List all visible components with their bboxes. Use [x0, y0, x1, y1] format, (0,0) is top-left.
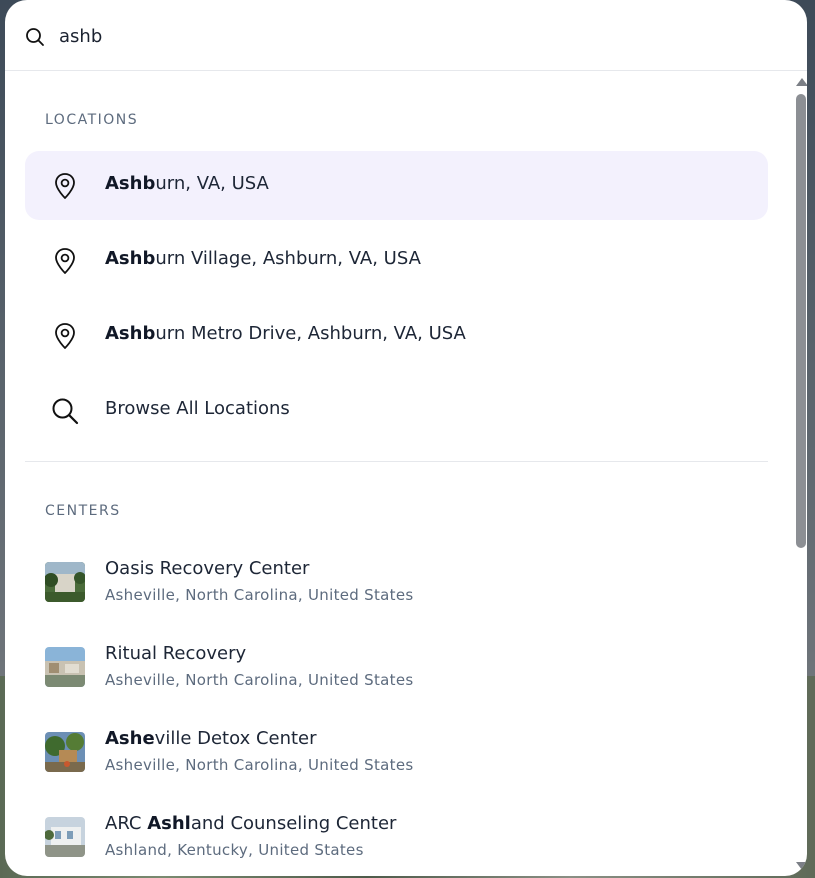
location-label: Ashburn Metro Drive, Ashburn, VA, USA: [105, 323, 466, 344]
browse-all-locations[interactable]: Browse All Locations: [25, 376, 768, 445]
search-bar: [5, 0, 807, 71]
center-thumbnail: [45, 562, 85, 602]
search-input[interactable]: [59, 22, 659, 50]
search-dropdown-panel: LOCATIONS Ashburn, VA, USA Ashburn Villa…: [5, 0, 807, 876]
match-highlight: Ashe: [105, 728, 155, 749]
center-thumbnail: [45, 732, 85, 772]
center-item-arc-ashland[interactable]: ARC Ashland Counseling Center Ashland, K…: [25, 801, 768, 871]
location-label: Ashburn, VA, USA: [105, 173, 269, 194]
centers-heading: CENTERS: [45, 503, 121, 519]
center-name-post: and Counseling Center: [190, 813, 397, 834]
center-name: ARC Ashland Counseling Center: [105, 813, 396, 834]
search-icon: [25, 27, 45, 47]
match-highlight: Ashb: [105, 323, 156, 344]
match-highlight: Ashl: [147, 813, 191, 834]
scroll-thumb[interactable]: [796, 94, 806, 548]
center-thumbnail: [45, 817, 85, 857]
browse-all-locations-label: Browse All Locations: [105, 398, 290, 419]
search-icon: [50, 396, 80, 426]
location-label-rest: urn Village, Ashburn, VA, USA: [155, 248, 421, 269]
center-name-pre: ARC: [105, 813, 148, 834]
center-name: Oasis Recovery Center: [105, 558, 309, 579]
scroll-down-arrow[interactable]: [796, 862, 807, 870]
location-label-rest: urn Metro Drive, Ashburn, VA, USA: [155, 323, 466, 344]
locations-heading: LOCATIONS: [45, 112, 139, 128]
center-name-post: ville Detox Center: [154, 728, 317, 749]
scroll-up-arrow[interactable]: [796, 78, 807, 86]
center-name: Ritual Recovery: [105, 643, 246, 664]
location-label: Ashburn Village, Ashburn, VA, USA: [105, 248, 421, 269]
center-item-ritual-recovery[interactable]: Ritual Recovery Asheville, North Carolin…: [25, 631, 768, 701]
location-item-ashburn[interactable]: Ashburn, VA, USA: [25, 151, 768, 220]
match-highlight: Ashb: [105, 173, 156, 194]
location-item-ashburn-village[interactable]: Ashburn Village, Ashburn, VA, USA: [25, 226, 768, 295]
center-location: Ashland, Kentucky, United States: [105, 841, 364, 859]
location-label-rest: urn, VA, USA: [155, 173, 269, 194]
section-divider: [25, 461, 768, 462]
results-scrollbar[interactable]: [793, 76, 807, 876]
map-pin-icon: [50, 171, 80, 201]
center-item-oasis-recovery[interactable]: Oasis Recovery Center Asheville, North C…: [25, 546, 768, 616]
center-name: Asheville Detox Center: [105, 728, 317, 749]
center-location: Asheville, North Carolina, United States: [105, 671, 414, 689]
center-location: Asheville, North Carolina, United States: [105, 756, 414, 774]
center-name-post: Oasis Recovery Center: [105, 558, 310, 579]
location-item-ashburn-metro-drive[interactable]: Ashburn Metro Drive, Ashburn, VA, USA: [25, 301, 768, 370]
center-item-asheville-detox[interactable]: Asheville Detox Center Asheville, North …: [25, 716, 768, 786]
map-pin-icon: [50, 321, 80, 351]
center-location: Asheville, North Carolina, United States: [105, 586, 414, 604]
center-thumbnail: [45, 647, 85, 687]
match-highlight: Ashb: [105, 248, 156, 269]
center-name-post: Ritual Recovery: [105, 643, 247, 664]
map-pin-icon: [50, 246, 80, 276]
